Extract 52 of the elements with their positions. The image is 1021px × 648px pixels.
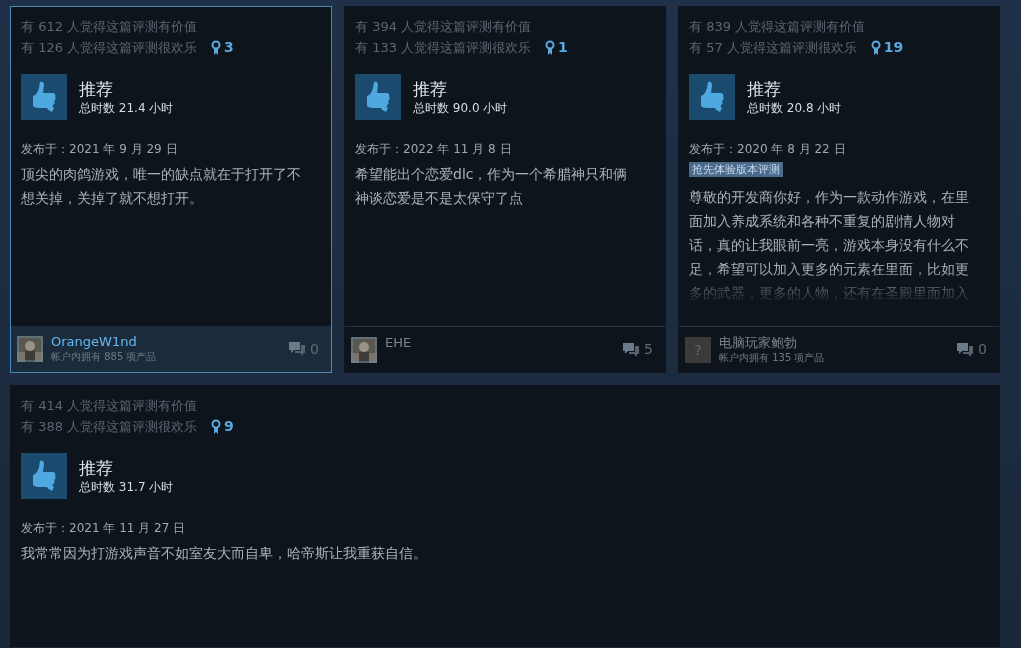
helpful-count: 有 839 人觉得这篇评测有价值: [689, 18, 867, 36]
playtime: 总时数 21.4 小时: [79, 100, 174, 116]
funny-count: 有 126 人觉得这篇评测很欢乐: [21, 38, 198, 57]
review-text: 顶尖的肉鸽游戏，唯一的缺点就在于打开了不想关掉，关掉了就不想打开。: [21, 165, 302, 208]
award-count: 19: [883, 38, 904, 57]
award-icon: [545, 40, 556, 55]
funny-count: 有 133 人觉得这篇评测很欢乐: [355, 38, 532, 57]
thumbs-up-icon: [21, 74, 67, 120]
post-date: 发布于：2021 年 9 月 29 日: [21, 141, 179, 158]
award-count: 9: [224, 417, 234, 436]
avatar-placeholder: ?: [685, 336, 711, 363]
verdict: 推荐: [79, 457, 114, 479]
verdict: 推荐: [79, 78, 114, 100]
owned-products: 帐户内拥有 885 项产品: [51, 350, 158, 363]
helpful-count: 有 394 人觉得这篇评测有价值: [355, 18, 533, 36]
comment-count: 0: [310, 339, 319, 359]
thumbs-up-icon: [355, 74, 401, 120]
award-icon: [870, 40, 881, 55]
comment-icon: [956, 341, 975, 358]
post-date: 发布于：2020 年 8 月 22 日: [689, 141, 847, 158]
review-text: 希望能出个恋爱dlc，作为一个希腊神只和俩神谈恋爱是不是太保守了点: [355, 165, 629, 208]
review-card[interactable]: 有 414 人觉得这篇评测有价值 有 388 人觉得这篇评测很欢乐 9 推荐 总时数 31.7 小时 发布于：2021 年 11 月 27 日 我常常因为打游戏声音不如室友大而自卑，哈帝斯让我重获自信。: [10, 385, 1000, 647]
review-card[interactable]: [678, 6, 1000, 373]
funny-count: 有 388 人觉得这篇评测很欢乐: [21, 417, 198, 436]
verdict: 推荐: [747, 78, 782, 100]
thumbs-up-icon: [21, 453, 67, 499]
funny-count: 有 57 人觉得这篇评测很欢乐: [689, 38, 857, 57]
award-count: 3: [224, 38, 234, 57]
playtime: 总时数 90.0 小时: [413, 100, 508, 116]
award-icon: [211, 40, 222, 55]
award-icon: [211, 419, 222, 434]
review-card[interactable]: 有 612 人觉得这篇评测有价值 有 126 人觉得这篇评测很欢乐 3 推荐 总时数 21.4 小时 发布于：2021 年 9 月 29 日 顶尖的肉鸽游戏，唯一的缺点就在于打开了不想关掉，关掉了就不想打开。 OrangeW1nd 帐户内拥有 885 项产品 0: [10, 6, 332, 373]
award-count: 1: [558, 38, 568, 57]
review-card[interactable]: 有 394 人觉得这篇评测有价值 有 133 人觉得这篇评测很欢乐 1 推荐 总时数 90.0 小时 发布于：2022 年 11 月 8 日 希望能出个恋爱dlc，作为一个希腊神只和俩神谈恋爱是不是太保守了点 EHE 5: [344, 6, 666, 373]
playtime: 总时数 31.7 小时: [79, 479, 174, 495]
author-name[interactable]: OrangeW1nd: [51, 334, 281, 350]
early-access-tag: 抢先体验版本评测: [689, 162, 783, 177]
helpful-count: 有 612 人觉得这篇评测有价值: [21, 18, 199, 36]
comment-count: 5: [644, 340, 653, 359]
comment-count: 0: [978, 340, 987, 359]
verdict: 推荐: [413, 78, 448, 100]
playtime: 总时数 20.8 小时: [747, 100, 842, 116]
owned-products: 帐户内拥有 135 项产品: [719, 351, 826, 364]
post-date: 发布于：2022 年 11 月 8 日: [355, 141, 513, 158]
review-text: 我常常因为打游戏声音不如室友大而自卑，哈帝斯让我重获自信。: [21, 544, 428, 563]
author-name[interactable]: EHE: [385, 335, 615, 351]
helpful-count: 有 414 人觉得这篇评测有价值: [21, 397, 199, 415]
post-date: 发布于：2021 年 11 月 27 日: [21, 520, 187, 537]
comment-icon: [622, 341, 641, 358]
comment-icon: [288, 341, 307, 357]
author-name[interactable]: 电脑玩家鲍勃: [719, 335, 949, 351]
thumbs-up-icon: [689, 74, 735, 120]
